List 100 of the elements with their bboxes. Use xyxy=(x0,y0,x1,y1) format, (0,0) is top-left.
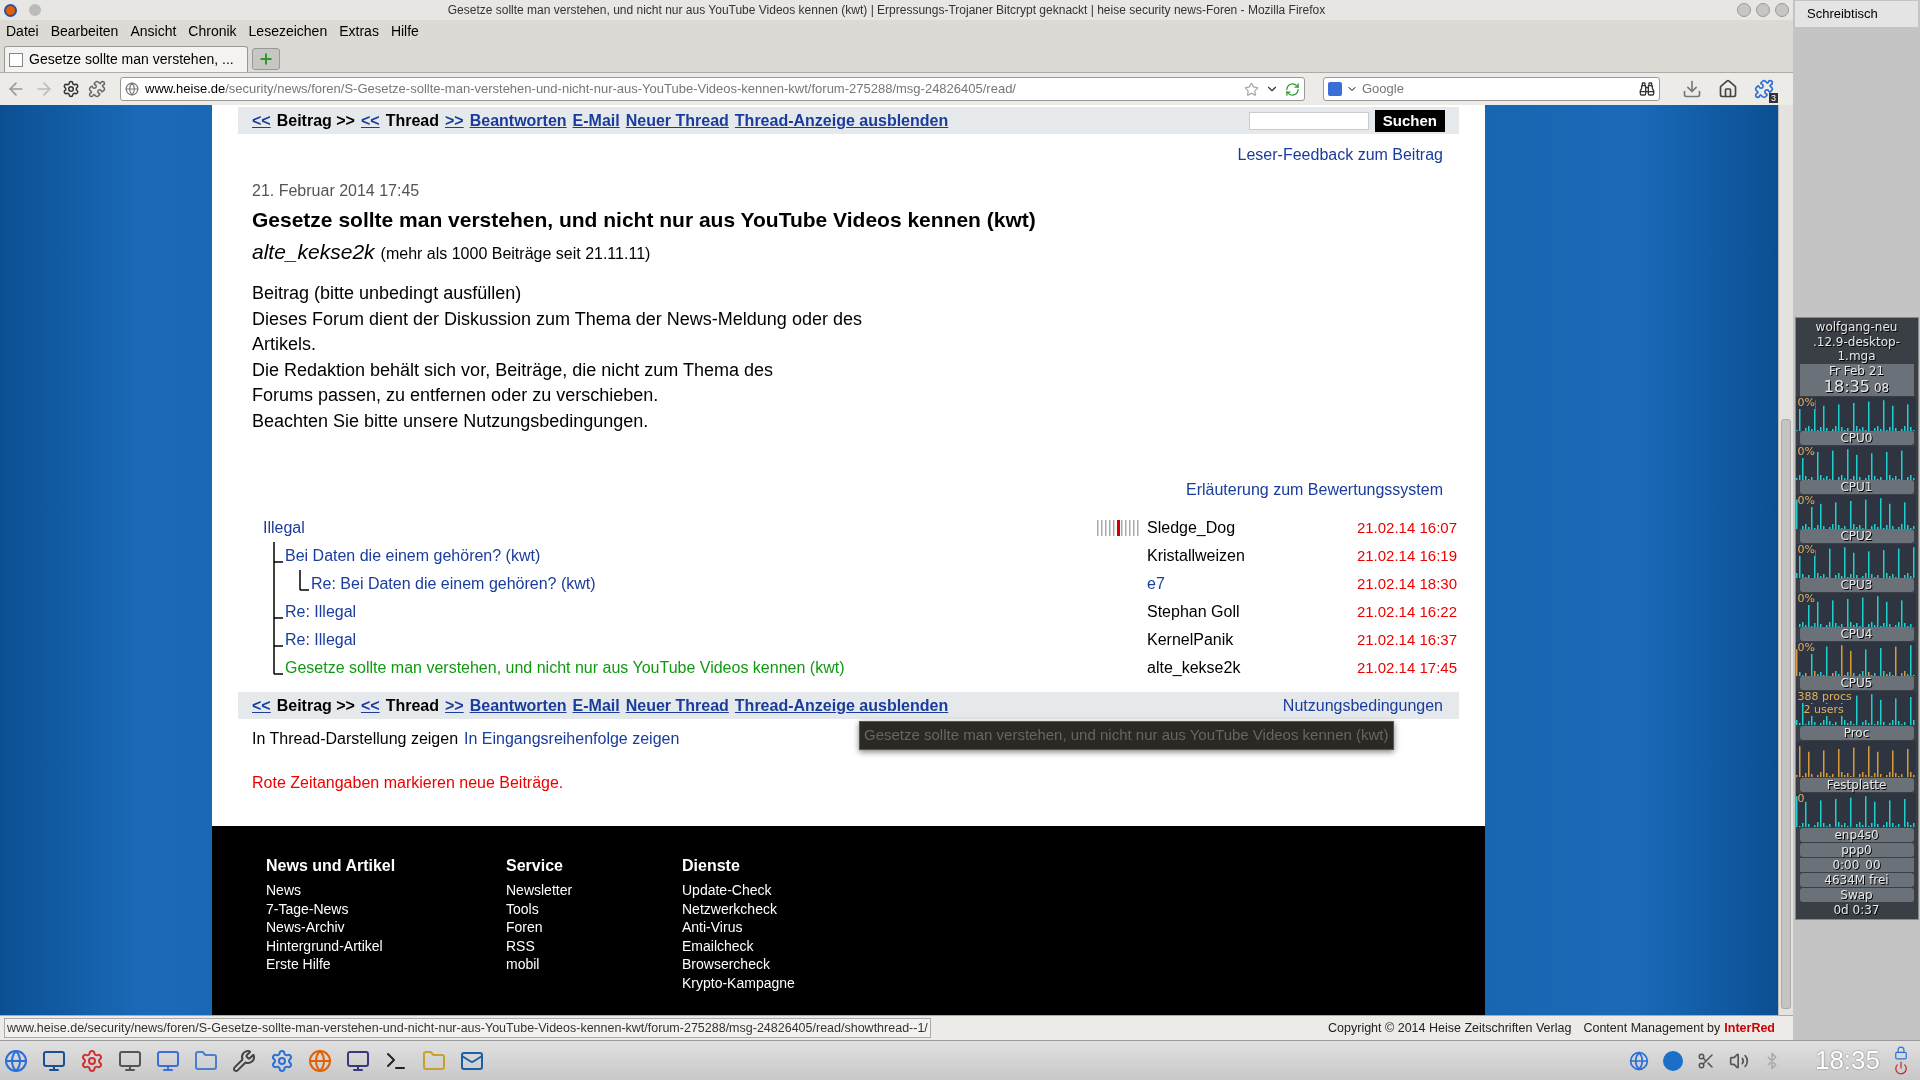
nav-label: Thread xyxy=(385,110,439,131)
footer-link[interactable]: Hintergrund-Artikel xyxy=(266,936,506,955)
monitor-icon[interactable] xyxy=(42,1048,66,1073)
nav-link[interactable]: E-Mail xyxy=(572,693,620,718)
view-option[interactable]: In Eingangsreihenfolge zeigen xyxy=(464,727,680,751)
thread-post-link[interactable]: Re: Illegal xyxy=(285,628,357,652)
footer-link[interactable]: Krypto-Kampagne xyxy=(682,973,882,992)
footer-heading: Dienste xyxy=(682,856,741,876)
menu-item[interactable]: Ansicht xyxy=(130,20,177,42)
footer-link[interactable]: News-Archiv xyxy=(266,918,506,937)
rating-info-link[interactable]: Erläuterung zum Bewertungssystem xyxy=(1186,478,1443,502)
nav-link[interactable]: Thread-Anzeige ausblenden xyxy=(734,108,949,133)
menu-item[interactable]: Chronik xyxy=(188,20,237,42)
menu-item[interactable]: Bearbeiten xyxy=(50,20,119,42)
menu-item[interactable]: Lesezeichen xyxy=(248,20,328,42)
address-bar[interactable]: www.heise.de/security/news/foren/S-Gesetze-sollte-man-verstehen-und-nicht-nur-aus-YouTube-Videos-kennen-kwt/forum-275288/msg-24826405/read/ xyxy=(120,77,1305,101)
thread-post-link[interactable]: Gesetze sollte man verstehen, und nicht nur aus YouTube Videos kennen (kwt) xyxy=(285,656,845,680)
maximize-button[interactable] xyxy=(1756,3,1770,17)
thread-post-link[interactable]: Bei Daten die einem gehören? (kwt) xyxy=(285,544,541,568)
post-text-line: Dieses Forum dient der Diskussion zum Thema der News-Meldung oder des xyxy=(252,307,863,331)
close-button[interactable] xyxy=(1775,3,1789,17)
nav-link[interactable]: Beantworten xyxy=(469,108,567,133)
legend-note: Rote Zeitangaben markieren neue Beiträge. xyxy=(251,773,565,793)
footer-link[interactable]: Anti-Virus xyxy=(682,918,882,937)
footer-link[interactable]: Erste Hilfe xyxy=(266,955,506,974)
view-option[interactable]: In Thread-Darstellung zeigen xyxy=(252,727,459,751)
home-icon[interactable] xyxy=(1718,79,1738,99)
reload-icon[interactable] xyxy=(1285,81,1300,97)
nav-link[interactable]: << xyxy=(360,693,380,718)
footer-link[interactable]: Newsletter xyxy=(506,881,682,900)
search-engine-field[interactable]: Google xyxy=(1323,77,1660,101)
swap-label: Swap xyxy=(1799,888,1914,902)
power-icon[interactable] xyxy=(1894,1061,1908,1075)
nav-link[interactable]: << xyxy=(252,108,271,133)
screen-icon[interactable] xyxy=(346,1048,370,1073)
footer-link[interactable]: mobil xyxy=(506,955,682,974)
footer-link[interactable]: Browsercheck xyxy=(682,955,882,974)
footer-link[interactable]: News xyxy=(266,881,506,900)
globe-icon[interactable] xyxy=(1628,1050,1649,1071)
cpu-label: CPU4 xyxy=(1799,627,1914,641)
menu-item[interactable]: Extras xyxy=(339,20,379,42)
extension-icon[interactable] xyxy=(1754,79,1774,99)
net-reading: 0 xyxy=(1797,793,1805,805)
thread-post-link[interactable]: Illegal xyxy=(263,516,305,540)
timer-seconds: 00 xyxy=(1865,858,1881,872)
nav-link[interactable]: E-Mail xyxy=(572,108,620,133)
search-field[interactable] xyxy=(1248,111,1369,130)
bookmark-star-icon[interactable] xyxy=(1244,81,1259,97)
folder-icon[interactable] xyxy=(422,1048,446,1073)
download-icon[interactable] xyxy=(1682,79,1702,99)
puzzle-icon[interactable] xyxy=(88,80,106,98)
footer-link[interactable]: Update-Check xyxy=(682,881,882,900)
plus-icon xyxy=(258,51,274,67)
nav-link[interactable]: >> xyxy=(445,108,464,133)
cpu-label: CPU0 xyxy=(1799,431,1914,445)
terms-link[interactable]: Nutzungsbedingungen xyxy=(1282,693,1445,718)
proc-label: Proc xyxy=(1799,726,1914,740)
volume-icon[interactable] xyxy=(1728,1050,1749,1071)
clock-text: 18:35 xyxy=(1823,378,1870,396)
browser-icon[interactable] xyxy=(308,1048,332,1073)
footer-link[interactable]: Tools xyxy=(506,899,682,918)
post-author[interactable]: e7 xyxy=(1147,572,1347,596)
globe-icon[interactable] xyxy=(4,1048,28,1073)
menu-item[interactable]: Hilfe xyxy=(390,20,419,42)
browser-tab[interactable]: Gesetze sollte man verstehen, ... xyxy=(4,46,248,72)
desktop-button[interactable]: Schreibtisch xyxy=(1795,1,1918,27)
tools-icon[interactable] xyxy=(232,1048,256,1073)
footer-link[interactable]: 7-Tage-News xyxy=(266,899,506,918)
scrollbar[interactable] xyxy=(1778,105,1793,1015)
post-time: 21.02.14 16:07 xyxy=(1355,517,1457,538)
binoculars-icon[interactable] xyxy=(1639,81,1655,97)
nav-link[interactable]: Beantworten xyxy=(469,693,567,718)
nav-link[interactable]: Neuer Thread xyxy=(625,108,729,133)
search-input[interactable]: Google xyxy=(1362,79,1635,99)
new-tab-button[interactable] xyxy=(252,48,280,70)
feedback-link[interactable]: Leser-Feedback zum Beitrag xyxy=(1237,143,1443,167)
nav-link[interactable]: Neuer Thread xyxy=(625,693,729,718)
footer-link[interactable]: Netzwerkcheck xyxy=(682,899,882,918)
menu-item[interactable]: Datei xyxy=(6,20,39,42)
scrollbar-thumb[interactable] xyxy=(1781,419,1791,1009)
minimize-button[interactable] xyxy=(1737,3,1751,17)
nav-link[interactable]: >> xyxy=(445,693,464,718)
interface-label: enp4s0 xyxy=(1799,828,1914,842)
window-icon[interactable] xyxy=(156,1048,180,1073)
thread-post-link[interactable]: Re: Illegal xyxy=(285,600,357,624)
post-time: 21.02.14 16:19 xyxy=(1355,545,1457,566)
uptime-text: 0d 0:37 xyxy=(1832,903,1881,917)
badge-count: 3 xyxy=(1769,93,1778,103)
addon-icon[interactable] xyxy=(62,80,80,98)
scissors-icon[interactable] xyxy=(1696,1051,1715,1070)
settings-icon[interactable] xyxy=(80,1048,104,1073)
footer-link[interactable]: RSS xyxy=(506,936,682,955)
search-button[interactable]: Suchen xyxy=(1374,109,1445,132)
footer-link[interactable]: Emailcheck xyxy=(682,936,882,955)
nav-link[interactable]: << xyxy=(360,108,380,133)
lock-icon[interactable] xyxy=(1894,1046,1908,1060)
nav-link[interactable]: Thread-Anzeige ausblenden xyxy=(734,693,949,718)
thread-post-link[interactable]: Re: Bei Daten die einem gehören? (kwt) xyxy=(311,572,596,596)
nav-link[interactable]: << xyxy=(252,693,271,718)
footer-link[interactable]: Foren xyxy=(506,918,682,937)
